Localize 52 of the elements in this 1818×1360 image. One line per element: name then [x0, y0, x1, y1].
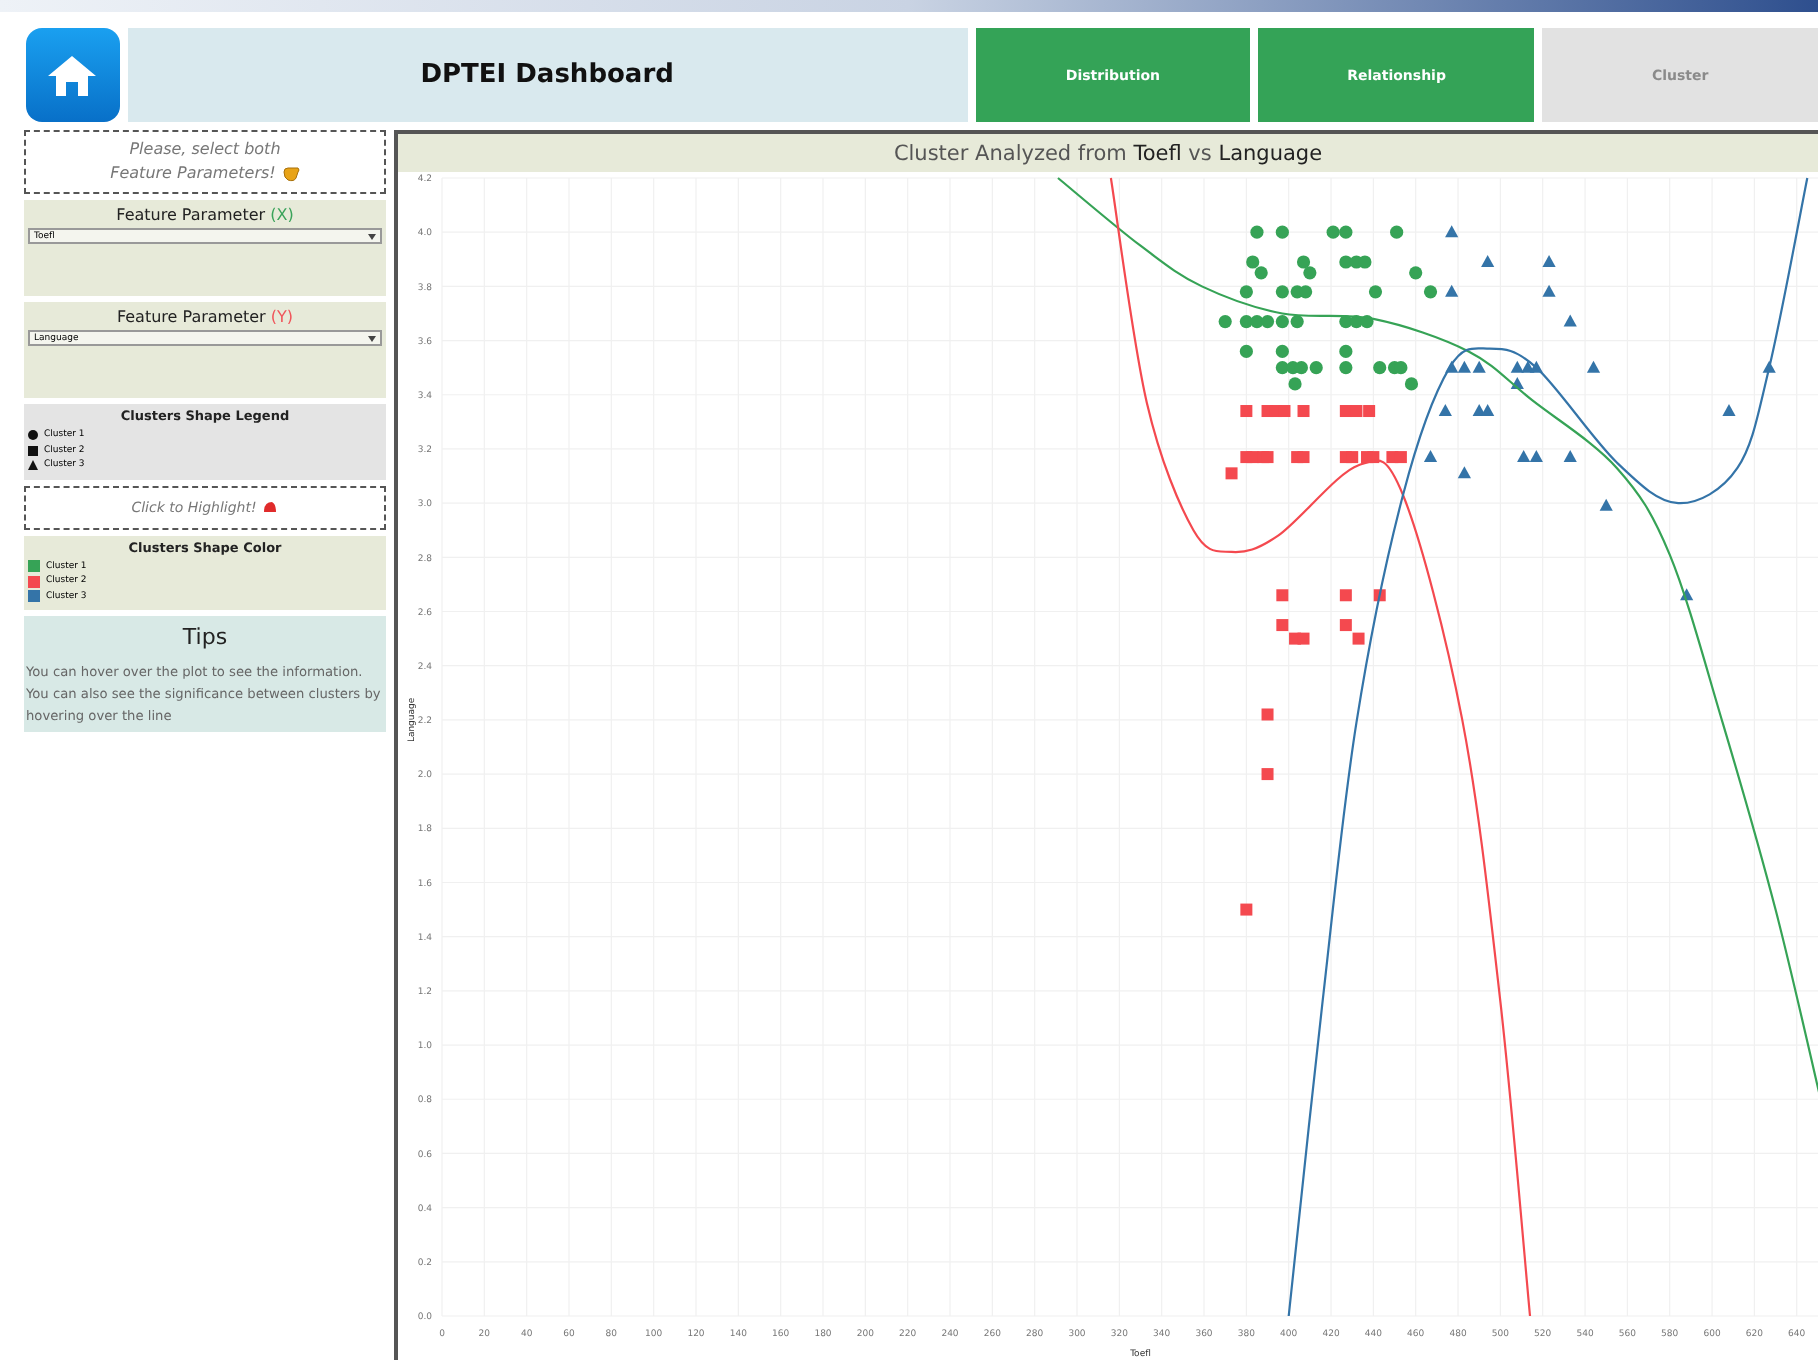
data-point — [1599, 498, 1613, 511]
data-point — [1762, 360, 1776, 373]
data-point — [1339, 344, 1353, 358]
data-point — [1438, 404, 1452, 416]
data-point — [1481, 255, 1495, 267]
data-point — [1275, 225, 1289, 239]
data-point — [1542, 255, 1556, 267]
data-point — [1586, 360, 1601, 373]
data-point — [1261, 768, 1274, 781]
data-point — [1722, 404, 1736, 416]
data-point — [1510, 376, 1524, 389]
data-point — [1261, 708, 1274, 721]
data-point — [1276, 589, 1289, 602]
data-point — [1240, 405, 1253, 417]
square-icon — [28, 445, 38, 456]
data-point — [1445, 225, 1459, 238]
home-button[interactable] — [26, 28, 120, 122]
data-point — [1457, 466, 1471, 479]
home-icon — [46, 51, 99, 99]
data-point — [1680, 588, 1694, 601]
caret-icon — [368, 233, 376, 239]
data-point — [1240, 903, 1253, 916]
data-point — [1368, 285, 1383, 299]
hand-icon — [281, 166, 300, 182]
caret-icon — [368, 335, 376, 341]
data-point — [1542, 284, 1556, 297]
data-point — [1218, 315, 1232, 329]
data-point — [1275, 344, 1289, 358]
data-point — [1423, 450, 1438, 463]
data-point — [1239, 285, 1253, 299]
dashboard-title: DPTEI Dashboard — [420, 60, 674, 90]
data-point — [1225, 467, 1238, 480]
triangle-icon — [28, 460, 38, 471]
data-point — [1339, 589, 1352, 602]
data-point — [1297, 405, 1310, 417]
data-point — [1339, 361, 1353, 375]
data-point — [1423, 285, 1438, 299]
parameter-title: Feature Parameter (Y) — [114, 308, 296, 326]
notice-text: Please, select both — [129, 138, 281, 162]
parameter-title: Feature Parameter (X) — [114, 206, 296, 224]
data-point — [1563, 314, 1577, 327]
data-point — [1445, 284, 1459, 297]
tips-title: Tips — [180, 624, 230, 650]
circle-icon — [28, 430, 38, 441]
data-point — [1409, 266, 1423, 280]
data-point — [1239, 344, 1253, 358]
data-point — [1563, 450, 1577, 463]
notice-text: Feature Parameters! — [110, 162, 276, 186]
data-point — [1250, 225, 1264, 239]
cap-icon — [262, 500, 279, 514]
chart-title: Cluster Analyzed from Toefl vs Language — [893, 141, 1323, 165]
data-point — [1390, 225, 1404, 239]
